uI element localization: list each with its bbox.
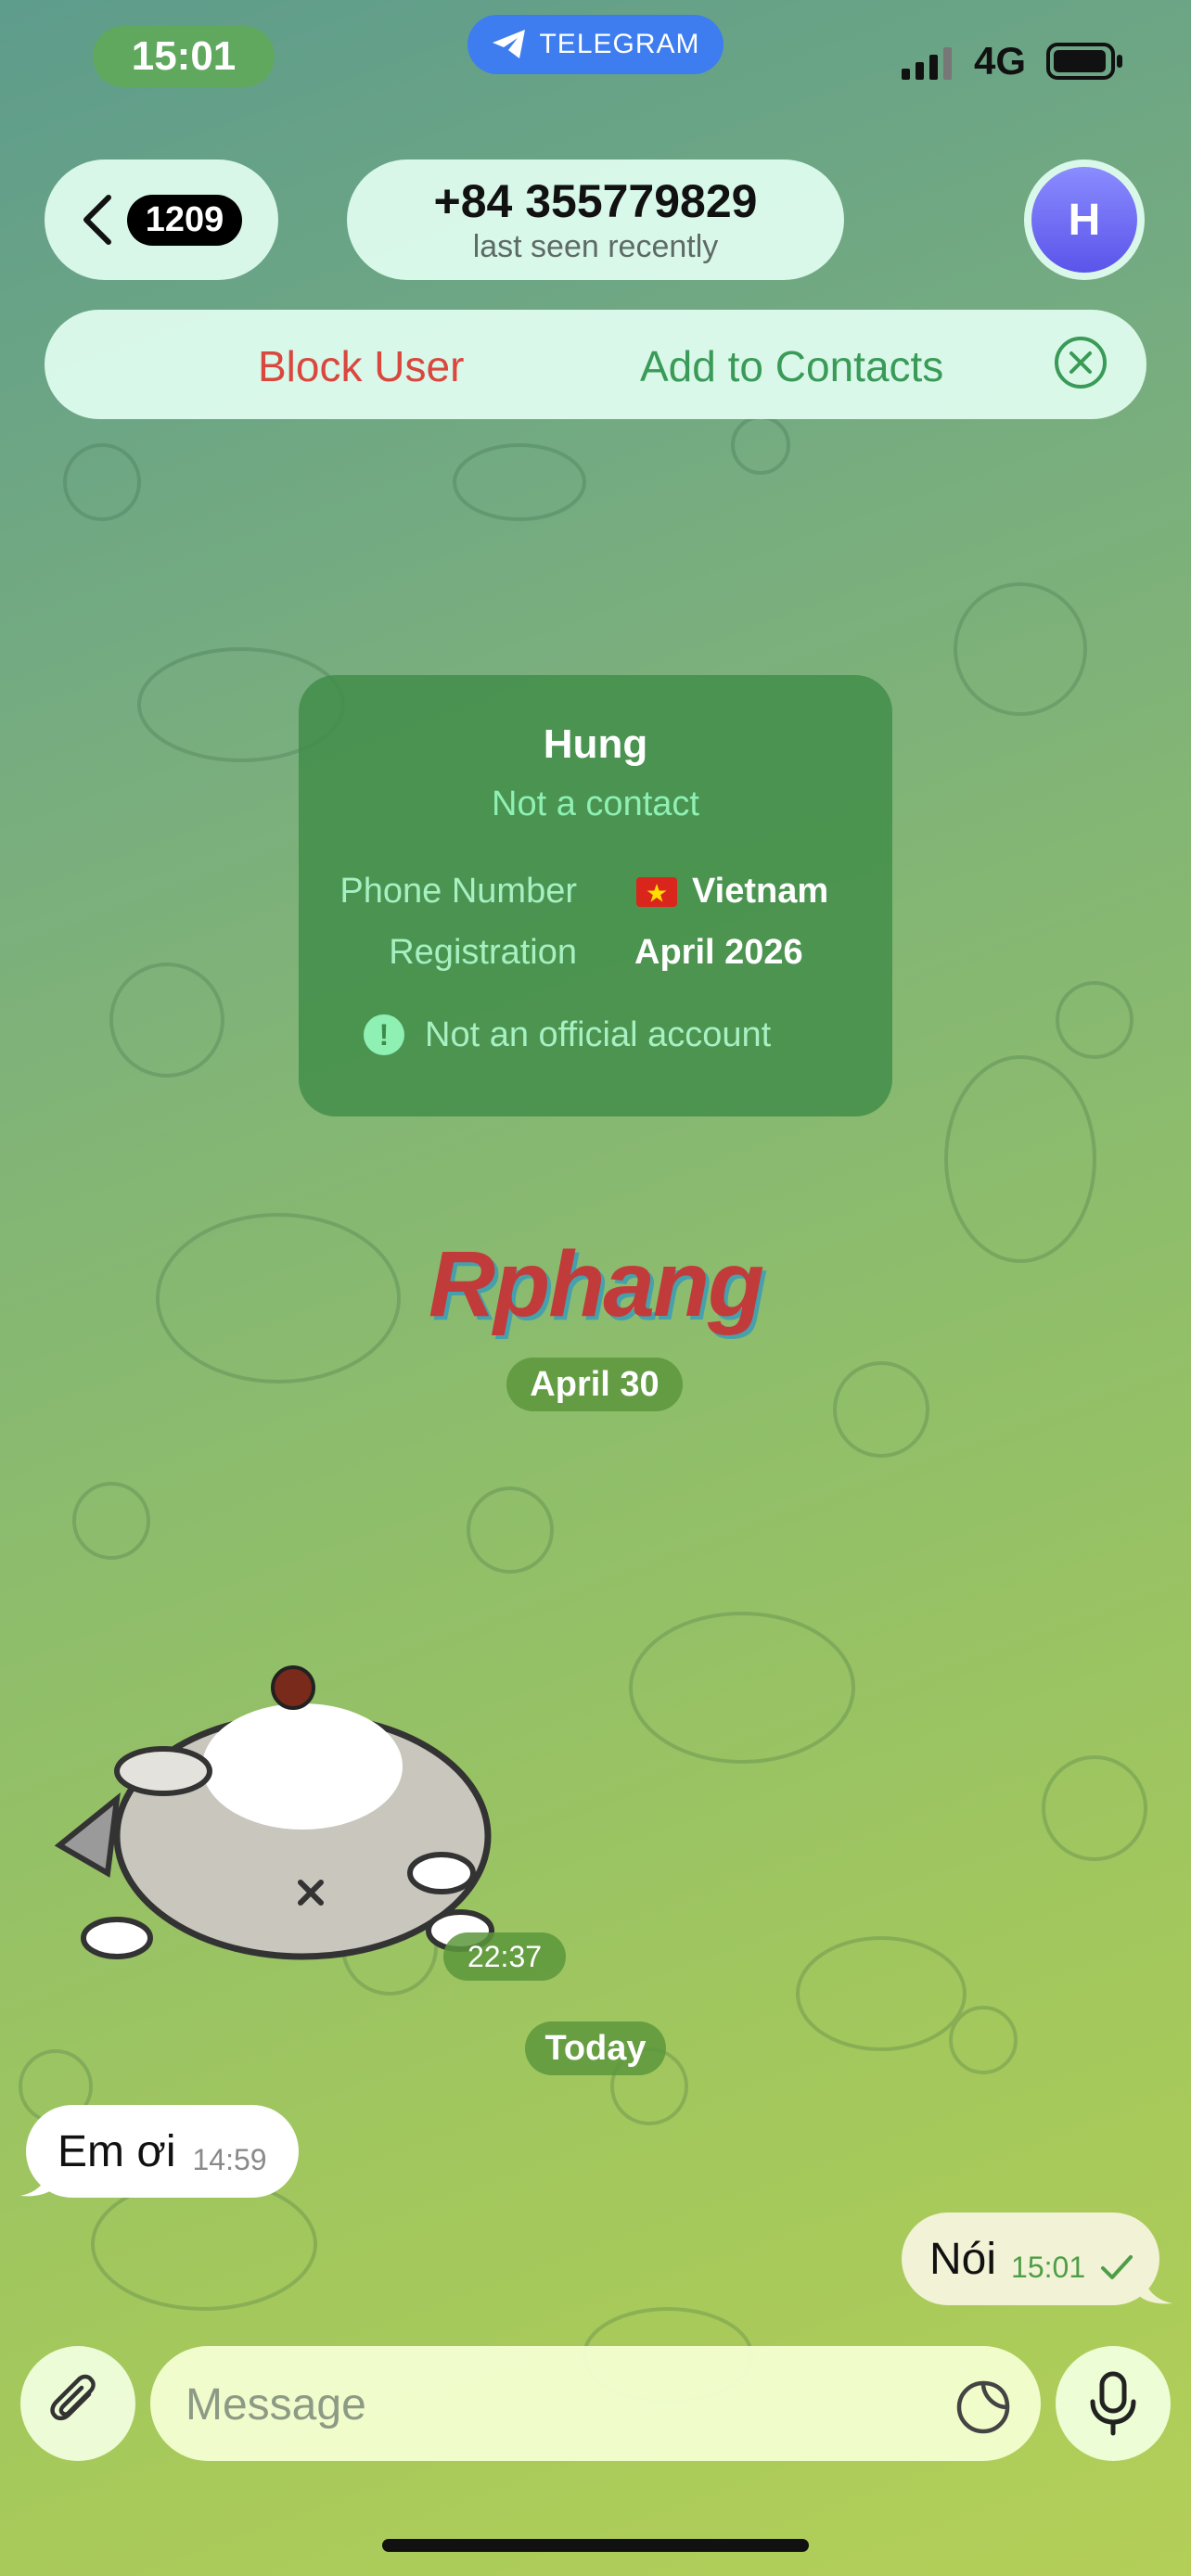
message-time: 15:01 (1011, 2250, 1086, 2284)
bubble-tail-icon (1135, 2268, 1172, 2304)
message-time: 14:59 (192, 2142, 267, 2176)
add-to-contacts-button[interactable]: Add to Contacts (640, 341, 943, 391)
last-seen-status: last seen recently (472, 229, 719, 264)
check-icon (1101, 2255, 1133, 2279)
watermark-logo: Rphang (428, 1232, 764, 1336)
message-composer (150, 2346, 1041, 2461)
official-account-warning[interactable]: ! Not an official account (364, 1014, 771, 1055)
back-button[interactable]: 1209 (45, 159, 278, 280)
status-time: 15:01 (93, 26, 275, 87)
sticker-timestamp: 22:37 (443, 1932, 566, 1981)
contact-name: Hung (543, 721, 648, 767)
date-separator: April 30 (506, 1358, 683, 1411)
chat-title[interactable]: +84 355779829 last seen recently (347, 159, 844, 280)
message-text: Em ơi (58, 2126, 176, 2176)
paperclip-icon (50, 2374, 96, 2421)
contact-status: Not a contact (492, 784, 699, 823)
phone-country: Vietnam (636, 872, 828, 912)
contact-action-bar: Block User Add to Contacts (45, 310, 1146, 419)
avatar: H (1031, 167, 1137, 273)
close-icon[interactable] (1054, 336, 1108, 389)
phone-country-name: Vietnam (692, 872, 829, 911)
sticker-image[interactable] (52, 1660, 553, 1966)
message-input[interactable] (184, 2374, 948, 2435)
date-separator-today: Today (525, 2021, 666, 2075)
avatar-button[interactable]: H (1024, 159, 1145, 280)
outgoing-message-bubble[interactable]: Nói 15:01 (902, 2213, 1160, 2305)
vietnam-flag-icon (636, 876, 677, 907)
status-indicators: 4G (902, 39, 1124, 83)
contact-info-card: Hung Not a contact Phone Number Vietnam … (299, 675, 892, 1116)
voice-record-button[interactable] (1056, 2346, 1171, 2461)
bubble-tail-icon (20, 2161, 58, 2197)
telegram-pill[interactable]: TELEGRAM (467, 15, 724, 74)
network-label: 4G (974, 39, 1027, 83)
phone-number-label: Phone Number (339, 872, 577, 911)
attach-button[interactable] (20, 2346, 135, 2461)
home-indicator[interactable] (382, 2539, 809, 2552)
battery-icon (1046, 43, 1123, 80)
block-user-button[interactable]: Block User (258, 341, 464, 391)
registration-label: Registration (389, 933, 577, 972)
telegram-icon (493, 30, 526, 58)
warning-text: Not an official account (425, 1014, 772, 1054)
message-text: Nói (929, 2234, 997, 2284)
telegram-label: TELEGRAM (539, 29, 700, 59)
sticker-icon[interactable] (955, 2376, 1015, 2435)
chevron-left-icon (83, 195, 111, 245)
signal-icon (902, 47, 952, 80)
unread-count-badge: 1209 (126, 194, 243, 246)
incoming-message-bubble[interactable]: Em ơi 14:59 (26, 2105, 299, 2198)
registration-value: April 2026 (634, 933, 803, 972)
chat-phone-number: +84 355779829 (433, 175, 758, 227)
microphone-icon (1090, 2371, 1136, 2436)
warning-icon: ! (364, 1014, 404, 1055)
